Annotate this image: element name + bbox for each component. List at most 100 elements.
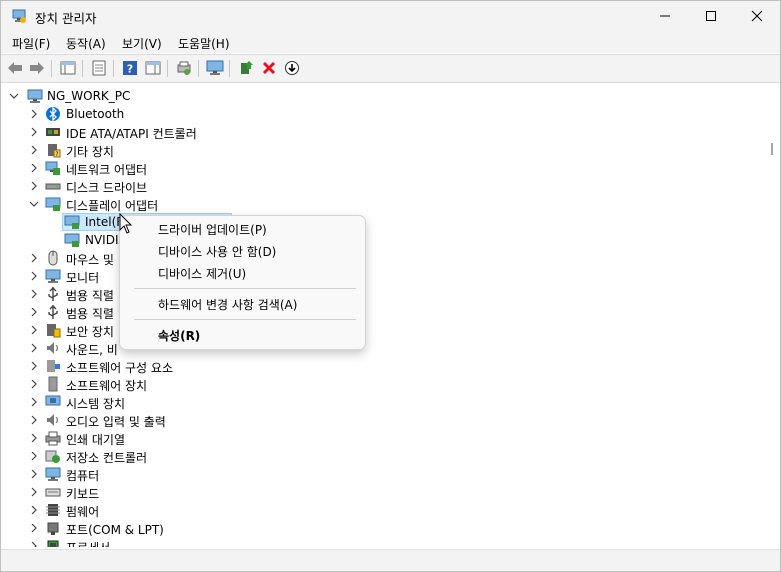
tree-category[interactable]: 보안 장치 xyxy=(2,321,762,339)
chevron-right-icon[interactable] xyxy=(28,252,40,264)
action-pane-button[interactable] xyxy=(144,59,162,77)
chevron-right-icon[interactable] xyxy=(28,144,40,156)
chevron-right-icon[interactable] xyxy=(28,288,40,300)
maximize-icon xyxy=(706,11,716,21)
chevron-right-icon[interactable] xyxy=(28,180,40,192)
tree-category[interactable]: 포트(COM & LPT) xyxy=(2,519,762,537)
forward-button[interactable] xyxy=(28,59,46,77)
tree-category[interactable]: 프로세서 xyxy=(2,537,762,547)
tree-category[interactable]: 펌웨어 xyxy=(2,501,762,519)
tree-device[interactable]: NVIDIA xyxy=(2,231,762,249)
tree-category[interactable]: 키보드 xyxy=(2,483,762,501)
context-update-driver[interactable]: 드라이버 업데이트(P) xyxy=(158,221,267,238)
menu-file[interactable]: 파일(F) xyxy=(12,35,50,52)
chevron-right-icon[interactable] xyxy=(28,486,40,498)
tree-category[interactable]: 소프트웨어 장치 xyxy=(2,375,762,393)
tree-category[interactable]: 컴퓨터 xyxy=(2,465,762,483)
toolbar-separator xyxy=(51,60,52,77)
tree-category[interactable]: 디스플레이 어댑터 xyxy=(2,195,762,213)
menu-help[interactable]: 도움말(H) xyxy=(178,35,230,52)
minimize-button[interactable] xyxy=(642,1,688,31)
tree-category-label: 소프트웨어 구성 요소 xyxy=(66,361,173,375)
chevron-right-icon[interactable] xyxy=(28,468,40,480)
help-icon: ? xyxy=(123,61,137,76)
gpu-device-icon xyxy=(64,215,80,229)
maximize-button[interactable] xyxy=(688,1,734,31)
chevron-right-icon[interactable] xyxy=(28,126,40,138)
show-hide-console-tree-button[interactable] xyxy=(59,59,77,77)
scroll-thumb-icon[interactable] xyxy=(771,143,779,155)
tree-category[interactable]: IDE ATA/ATAPI 컨트롤러 xyxy=(2,123,762,141)
tree-category[interactable]: 저장소 컨트롤러 xyxy=(2,447,762,465)
tree-category[interactable]: 네트워크 어댑터 xyxy=(2,159,762,177)
tree-category[interactable]: 소프트웨어 구성 요소 xyxy=(2,357,762,375)
chevron-right-icon[interactable] xyxy=(28,396,40,408)
help-button[interactable]: ? xyxy=(121,59,139,77)
context-menu: 드라이버 업데이트(P) 디바이스 사용 안 함(D) 디바이스 제거(U) 하… xyxy=(119,215,366,350)
tree-category-label: 저장소 컨트롤러 xyxy=(66,451,148,465)
tree-category[interactable]: Bluetooth xyxy=(2,105,762,123)
tree-category-label: 인쇄 대기열 xyxy=(66,433,126,447)
tree-category[interactable]: ? 기타 장치 xyxy=(2,141,762,159)
toolbar-separator xyxy=(229,60,230,77)
tree-category[interactable]: 오디오 입력 및 출력 xyxy=(2,411,762,429)
show-device-button[interactable] xyxy=(206,59,224,77)
properties-sheet-button[interactable] xyxy=(90,59,108,77)
tree-category-label: 포트(COM & LPT) xyxy=(66,523,164,537)
chevron-right-icon[interactable] xyxy=(28,108,40,120)
chevron-down-icon[interactable] xyxy=(8,90,20,102)
tree-category[interactable]: 디스크 드라이브 xyxy=(2,177,762,195)
chevron-right-icon[interactable] xyxy=(28,306,40,318)
tree-category-label: 키보드 xyxy=(66,487,100,501)
chevron-right-icon[interactable] xyxy=(28,504,40,516)
menu-bar: 파일(F) 동작(A) 보기(V) 도움말(H) xyxy=(1,31,780,53)
chevron-right-icon[interactable] xyxy=(28,432,40,444)
chevron-right-icon[interactable] xyxy=(28,414,40,426)
context-scan-hardware[interactable]: 하드웨어 변경 사항 검색(A) xyxy=(158,296,297,313)
chevron-right-icon[interactable] xyxy=(28,342,40,354)
toolbar-separator xyxy=(82,60,83,77)
tree-category[interactable]: 사운드, 비 xyxy=(2,339,762,357)
vertical-scrollbar[interactable] xyxy=(771,83,779,547)
tree-category[interactable]: 범용 직렬 xyxy=(2,285,762,303)
chevron-down-icon[interactable] xyxy=(28,198,40,210)
tree-category-label: 사운드, 비 xyxy=(66,343,118,357)
tree-root-label: NG_WORK_PC xyxy=(47,89,131,103)
update-driver-button[interactable] xyxy=(237,59,255,77)
monitor-icon xyxy=(45,269,61,283)
system-device-icon xyxy=(45,395,61,406)
tree-category[interactable]: 시스템 장치 xyxy=(2,393,762,411)
chevron-right-icon[interactable] xyxy=(28,360,40,372)
tree-category[interactable]: 인쇄 대기열 xyxy=(2,429,762,447)
context-uninstall-device[interactable]: 디바이스 제거(U) xyxy=(158,265,246,282)
tree-category[interactable]: 범용 직렬 xyxy=(2,303,762,321)
tree-category-label: 프로세서 xyxy=(66,539,110,547)
context-properties[interactable]: 속성(R) xyxy=(158,327,200,344)
download-button[interactable] xyxy=(283,59,301,77)
tree-device[interactable]: Intel(R xyxy=(2,213,762,231)
display-adapter-icon xyxy=(45,197,61,211)
menu-view[interactable]: 보기(V) xyxy=(122,35,162,52)
close-button[interactable] xyxy=(734,1,780,31)
chevron-right-icon[interactable] xyxy=(28,378,40,390)
tree-category[interactable]: 모니터 xyxy=(2,267,762,285)
chevron-right-icon[interactable] xyxy=(28,270,40,282)
chevron-right-icon[interactable] xyxy=(28,540,40,547)
window-title: 장치 관리자 xyxy=(35,11,97,26)
tree-root[interactable]: NG_WORK_PC xyxy=(2,87,762,105)
context-disable-device[interactable]: 디바이스 사용 안 함(D) xyxy=(158,243,276,260)
chevron-right-icon[interactable] xyxy=(28,522,40,534)
uninstall-device-button[interactable] xyxy=(260,59,278,77)
back-button[interactable] xyxy=(6,59,24,77)
print-button[interactable] xyxy=(175,59,193,77)
chevron-right-icon[interactable] xyxy=(28,324,40,336)
horizontal-scrollbar[interactable] xyxy=(1,549,780,571)
tree-category[interactable]: 마우스 및 xyxy=(2,249,762,267)
keyboard-icon xyxy=(45,488,61,497)
menu-action[interactable]: 동작(A) xyxy=(66,35,106,52)
chevron-right-icon[interactable] xyxy=(28,162,40,174)
chevron-right-icon[interactable] xyxy=(28,450,40,462)
tree-category-label: 소프트웨어 장치 xyxy=(66,379,148,393)
tree-category-label: 범용 직렬 xyxy=(66,289,114,303)
context-separator xyxy=(134,288,356,289)
